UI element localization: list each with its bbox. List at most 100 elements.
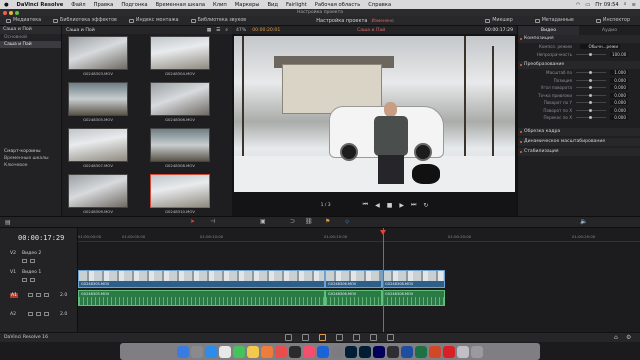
smart-bin-timelines[interactable]: Временные шкалы [0, 155, 62, 162]
wifi-icon[interactable]: ◠ [576, 2, 581, 8]
calendar-icon[interactable] [275, 345, 287, 358]
section-dynamic-zoom[interactable]: Динамическое масштабирование [518, 137, 640, 146]
safari-icon[interactable] [205, 345, 217, 358]
color-page-icon[interactable] [353, 334, 360, 341]
launchpad-icon[interactable] [191, 345, 203, 358]
menu-markers[interactable]: Маркеры [231, 2, 264, 8]
menu-fairlight[interactable]: Fairlight [282, 2, 311, 8]
trash-icon[interactable] [471, 345, 483, 358]
photoshop-icon[interactable] [359, 345, 371, 358]
go-to-end-icon[interactable]: ⏭ [411, 201, 416, 209]
transform-slider[interactable] [576, 93, 606, 97]
apple-icon[interactable]: ● [0, 2, 13, 8]
transform-slider[interactable] [576, 86, 606, 90]
system-preferences-icon[interactable] [331, 345, 343, 358]
excel-icon[interactable] [415, 345, 427, 358]
media-clip-selected[interactable]: G0248310.MOV [150, 174, 210, 216]
chrome-icon[interactable] [219, 345, 231, 358]
transform-value[interactable]: 0.000 [610, 107, 628, 113]
list-view-icon[interactable]: ☰ [216, 28, 220, 33]
media-clip[interactable]: G0248305.MOV [68, 82, 128, 124]
menu-help[interactable]: Справка [364, 2, 395, 8]
stop-icon[interactable]: ■ [387, 202, 393, 209]
powerpoint-icon[interactable] [429, 345, 441, 358]
transform-slider[interactable] [576, 101, 606, 105]
deliver-page-icon[interactable] [387, 334, 394, 341]
marker-icon[interactable]: ⬦ [345, 218, 349, 226]
acrobat-icon[interactable] [443, 345, 455, 358]
search-icon[interactable]: ⌕ [624, 1, 627, 8]
grid-view-icon[interactable]: ▦ [207, 28, 211, 33]
mute-track-icon[interactable] [36, 312, 41, 316]
fusion-page-icon[interactable] [336, 334, 343, 341]
toolbar-effects-library[interactable]: Библиотека эффектов [47, 18, 123, 23]
tab-audio[interactable]: Аудио [579, 26, 640, 35]
composite-mode-select[interactable]: Обычн...режи [580, 44, 620, 50]
link-icon[interactable]: ⛓ [305, 218, 313, 225]
audio-clip[interactable]: G0248308.MOV [382, 290, 445, 306]
flag-icon[interactable]: ⚑ [325, 218, 330, 225]
cut-page-icon[interactable] [302, 334, 309, 341]
messages-icon[interactable] [233, 345, 245, 358]
fairlight-page-icon[interactable] [370, 334, 377, 341]
video-frame[interactable] [234, 36, 515, 192]
section-composite[interactable]: Композиция [518, 35, 640, 43]
home-icon[interactable]: ⌂ [614, 334, 618, 341]
video-clip[interactable]: G0248305.MOV [78, 270, 325, 288]
menu-timeline[interactable]: Временная шкала [152, 2, 209, 8]
media-clip[interactable]: G0248306.MOV [150, 82, 210, 124]
menu-workspace[interactable]: Рабочая область [311, 2, 365, 8]
media-clip[interactable]: G0248303.MOV [68, 36, 128, 78]
word-icon[interactable] [401, 345, 413, 358]
playhead[interactable] [380, 228, 386, 332]
menu-file[interactable]: Файл [67, 2, 89, 8]
transform-value[interactable]: 0.000 [610, 77, 628, 83]
mute-track-icon[interactable] [36, 293, 41, 297]
photos-icon[interactable] [261, 345, 273, 358]
opacity-value[interactable]: 100.00 [610, 51, 629, 57]
trim-tool-icon[interactable]: ⊣ [210, 218, 215, 225]
snapping-icon[interactable]: ⊃ [290, 218, 295, 225]
transform-slider[interactable] [576, 116, 606, 120]
tab-video[interactable]: Видео [518, 26, 579, 35]
media-clip[interactable]: G0248304.MOV [150, 36, 210, 78]
app-store-icon[interactable] [317, 345, 329, 358]
notes-icon[interactable] [247, 345, 259, 358]
lock-track-icon[interactable] [22, 259, 27, 263]
media-clip[interactable]: G0248307.MOV [68, 128, 128, 170]
toggle-track-icon[interactable] [30, 259, 35, 263]
volume-icon[interactable]: 🔈 [580, 218, 587, 225]
selection-tool-icon[interactable]: ➤ [190, 218, 195, 225]
section-transform[interactable]: Преобразование [518, 61, 640, 69]
video-clip[interactable]: G0248308.MOV [382, 270, 445, 288]
transform-slider[interactable] [576, 78, 606, 82]
go-to-start-icon[interactable]: ⏮ [363, 201, 368, 209]
media-clip[interactable]: G0248308.MOV [150, 128, 210, 170]
play-icon[interactable]: ▶ [399, 202, 404, 209]
terminal-icon[interactable] [289, 345, 301, 358]
transform-slider[interactable] [576, 71, 606, 75]
music-icon[interactable] [303, 345, 315, 358]
transform-value[interactable]: 1.000 [610, 70, 628, 76]
lock-track-icon[interactable] [22, 278, 27, 282]
search-icon[interactable]: ⌕ [225, 27, 228, 33]
transform-value[interactable]: 0.000 [610, 85, 628, 91]
viewer-clip-name[interactable]: Саша и Пай [357, 28, 385, 33]
smart-bin-keywords[interactable]: Ключевое [0, 162, 62, 169]
toolbar-mixer[interactable]: Микшер [479, 16, 519, 26]
finder-icon[interactable] [177, 345, 189, 358]
insert-clip-icon[interactable]: ▣ [260, 218, 266, 225]
lightroom-icon[interactable] [345, 345, 357, 358]
solo-track-icon[interactable] [44, 293, 49, 297]
lock-track-icon[interactable] [28, 293, 33, 297]
battery-icon[interactable]: ▭ [585, 2, 590, 8]
audio-clip[interactable]: G0248305.MOV [78, 290, 325, 306]
toggle-track-icon[interactable] [30, 278, 35, 282]
transform-value[interactable]: 0.000 [610, 115, 628, 121]
bin-item-selected[interactable]: Саша и Пай [0, 41, 61, 48]
loop-icon[interactable]: ↻ [423, 202, 428, 209]
timeline-ruler[interactable]: 01:00:00:00 01:00:05:00 01:00:10:00 01:0… [78, 234, 640, 242]
toolbar-edit-index[interactable]: Индекс монтажа [123, 18, 185, 23]
zoom-window-button[interactable] [15, 10, 19, 15]
solo-track-icon[interactable] [44, 312, 49, 316]
